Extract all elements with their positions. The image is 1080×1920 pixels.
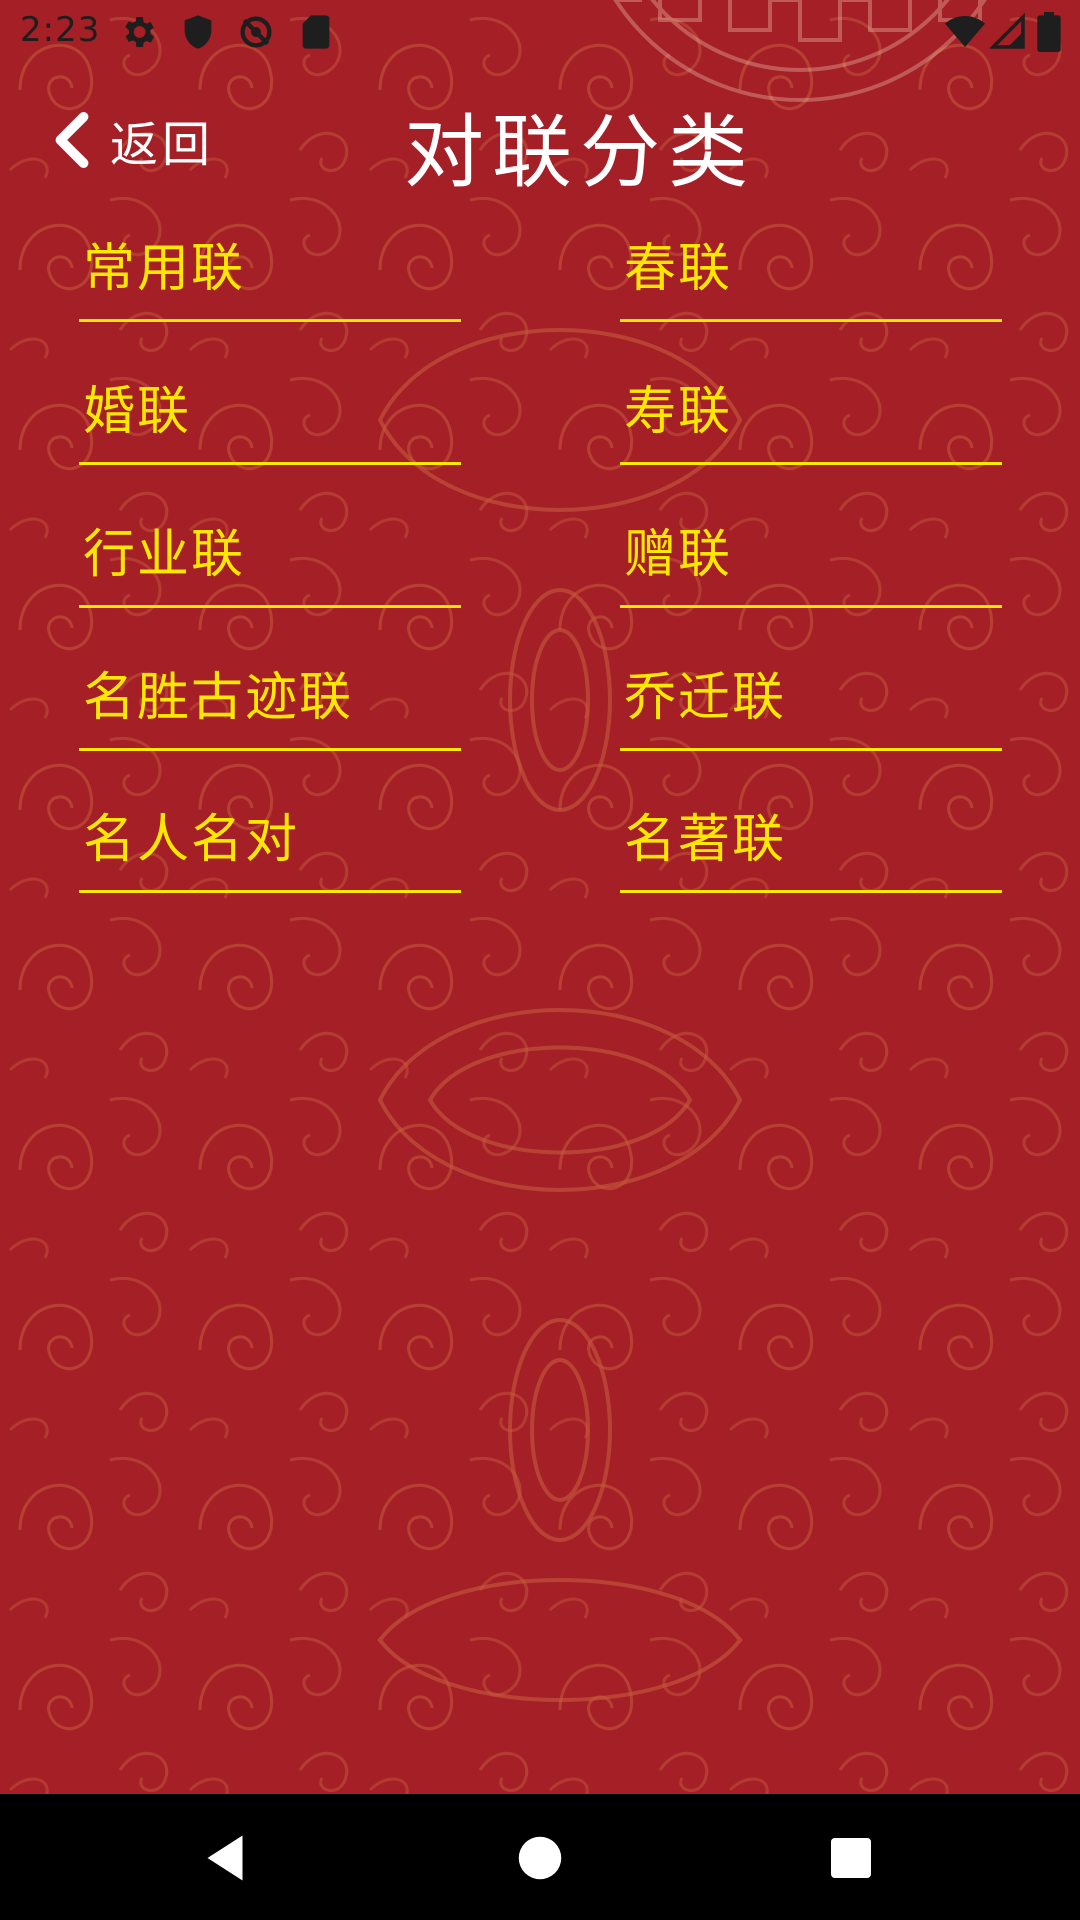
category-label: 寿联 [624,382,733,442]
category-label: 常用联 [83,239,246,299]
category-mingren[interactable]: 名人名对 [79,797,461,893]
category-zenglian[interactable]: 赠联 [620,512,1002,608]
back-icon[interactable] [195,1828,255,1888]
category-label: 名著联 [624,810,787,870]
category-label: 赠联 [624,525,733,585]
wifi-icon [945,16,985,47]
gear-icon [125,17,154,47]
category-shoulian[interactable]: 寿联 [620,369,1002,465]
category-label: 名胜古迹联 [83,668,354,728]
status-time: 2:23 [20,10,101,50]
sync-disabled-icon [240,16,272,48]
category-mingsheng[interactable]: 名胜古迹联 [79,655,461,751]
category-changyong[interactable]: 常用联 [79,226,461,322]
category-hunlian[interactable]: 婚联 [79,369,461,465]
signal-icon [990,12,1025,49]
page-title: 对联分类 [404,106,756,199]
category-hangye[interactable]: 行业联 [79,512,461,608]
home-icon[interactable] [510,1828,570,1888]
category-label: 婚联 [83,382,192,442]
category-chunlian[interactable]: 春联 [620,226,1002,322]
category-mingzhu[interactable]: 名著联 [620,797,1002,893]
navigation-bar [0,1794,1080,1920]
status-bar: 2:23 [0,0,1080,63]
category-qiaoqian[interactable]: 乔迁联 [620,655,1002,751]
category-label: 乔迁联 [624,668,787,728]
battery-icon [1037,12,1061,52]
recents-icon[interactable] [821,1828,881,1888]
category-label: 名人名对 [83,810,300,870]
sd-card-icon [302,15,330,49]
category-label: 行业联 [83,525,246,585]
category-label: 春联 [624,239,733,299]
shield-icon [184,15,212,49]
